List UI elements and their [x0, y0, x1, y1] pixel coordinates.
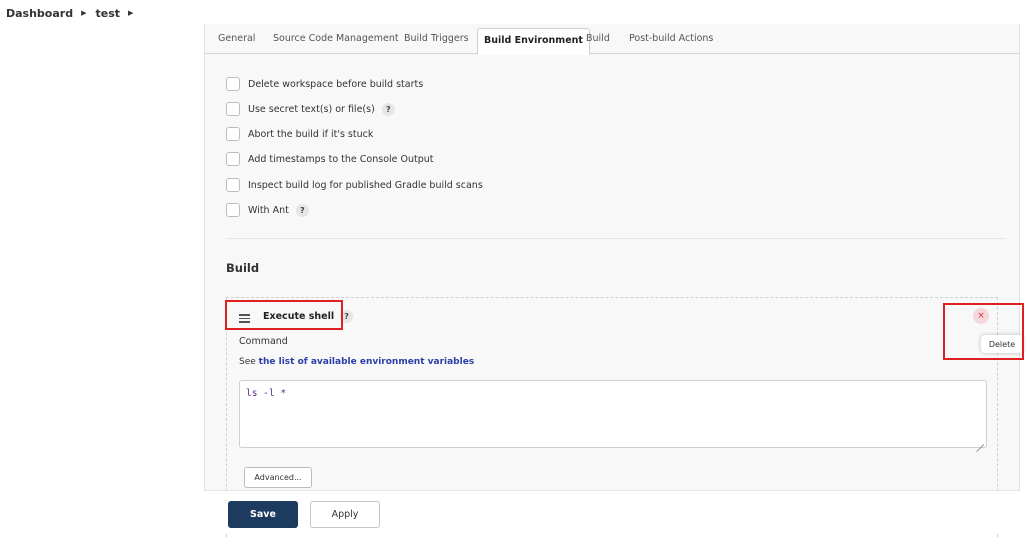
save-button[interactable]: Save [228, 501, 298, 528]
checkbox[interactable] [226, 102, 240, 116]
option-inspect-gradle: Inspect build log for published Gradle b… [226, 177, 483, 193]
env-vars-hint: See the list of available environment va… [239, 357, 474, 367]
chevron-right-icon[interactable]: ▶ [81, 9, 86, 17]
section-divider [226, 238, 1006, 239]
option-label: Add timestamps to the Console Output [248, 153, 434, 165]
option-label: Delete workspace before build starts [248, 78, 424, 90]
checkbox[interactable] [226, 178, 240, 192]
command-label: Command [239, 336, 288, 347]
breadcrumb-test[interactable]: test [95, 7, 120, 20]
tab-build-environment[interactable]: Build Environment [477, 28, 590, 55]
checkbox[interactable] [226, 152, 240, 166]
command-value: ls -l * [246, 388, 287, 399]
config-panel: General Source Code Management Build Tri… [204, 24, 1020, 537]
tab-source-code-management[interactable]: Source Code Management [273, 33, 399, 44]
env-vars-prefix: See [239, 357, 256, 367]
build-section-title: Build [226, 261, 260, 275]
option-label: Abort the build if it's stuck [248, 128, 374, 140]
checkbox[interactable] [226, 127, 240, 141]
resize-grip-icon[interactable] [976, 437, 984, 445]
bottom-action-bar: Save Apply [204, 490, 1020, 532]
option-use-secret: Use secret text(s) or file(s) ? [226, 101, 395, 117]
config-tabs: General Source Code Management Build Tri… [205, 24, 1019, 55]
option-label: Inspect build log for published Gradle b… [248, 179, 483, 191]
option-delete-workspace: Delete workspace before build starts [226, 76, 423, 92]
advanced-button[interactable]: Advanced... [244, 467, 312, 488]
command-textarea[interactable]: ls -l * [239, 380, 987, 448]
tab-build-triggers[interactable]: Build Triggers [404, 33, 469, 44]
help-icon[interactable]: ? [295, 203, 309, 217]
tab-general[interactable]: General [218, 33, 255, 44]
help-icon[interactable]: ? [381, 102, 395, 116]
env-vars-link[interactable]: the list of available environment variab… [259, 357, 475, 367]
chevron-right-icon[interactable]: ▶ [128, 9, 133, 17]
option-add-timestamps: Add timestamps to the Console Output [226, 151, 434, 167]
option-label: Use secret text(s) or file(s) [248, 103, 375, 115]
breadcrumb-dashboard[interactable]: Dashboard [6, 7, 73, 20]
tab-build[interactable]: Build [586, 33, 610, 44]
checkbox[interactable] [226, 203, 240, 217]
breadcrumb: Dashboard ▶ test ▶ [6, 5, 142, 21]
highlight-box-delete [943, 303, 1024, 360]
option-label: With Ant [248, 204, 289, 216]
option-with-ant: With Ant ? [226, 202, 309, 218]
tab-post-build-actions[interactable]: Post-build Actions [629, 33, 713, 44]
checkbox[interactable] [226, 77, 240, 91]
apply-button[interactable]: Apply [310, 501, 380, 528]
option-abort-stuck: Abort the build if it's stuck [226, 126, 373, 142]
highlight-box-execute-shell [225, 300, 343, 330]
